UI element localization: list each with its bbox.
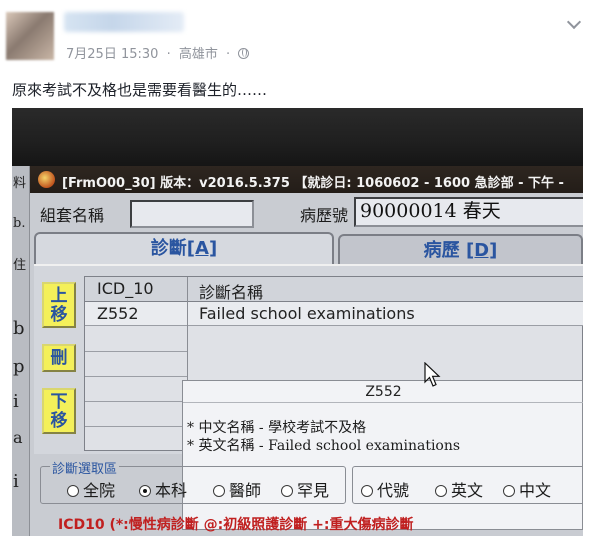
post-meta: 7月25日 15:30 · 高雄市 ·: [66, 43, 253, 62]
radio-scope-physician[interactable]: 醫師: [213, 477, 261, 501]
chart-no-label: 病歷號: [300, 206, 349, 225]
strip-char: i: [13, 391, 19, 412]
row-divider: [85, 351, 187, 352]
strip-char: b: [13, 318, 25, 339]
radio-search-english[interactable]: 英文: [435, 477, 483, 501]
tab-history-label: 病歷: [423, 240, 460, 261]
radio-label: 代號: [377, 481, 410, 500]
radio-dot: [67, 485, 79, 497]
radio-dot: [503, 485, 515, 497]
post-photo[interactable]: 料 b. 住 b p i a i [FrmO00_30] 版本：v2016.5.…: [12, 108, 583, 536]
window-title: [FrmO00_30] 版本：v2016.5.375 【就診日: 1060602…: [62, 176, 564, 191]
background-window-strip: 料 b. 住 b p i a i: [12, 166, 30, 536]
app-icon: [38, 171, 55, 188]
column-header-diagnosis-name[interactable]: 診斷名稱: [199, 279, 263, 303]
post-caption: 原來考試不及格也是需要看醫生的……: [12, 81, 268, 99]
row-divider: [85, 376, 187, 377]
avatar[interactable]: [6, 12, 54, 60]
grid-header: ICD_10 診斷名稱: [85, 277, 583, 302]
radio-dot-selected: [139, 485, 151, 497]
strip-char: i: [13, 471, 19, 492]
globe-icon[interactable]: [238, 48, 250, 59]
cell-icd-code[interactable]: Z552: [97, 304, 139, 323]
move-down-label-2: 移: [50, 411, 68, 431]
radio-scope-department[interactable]: 本科: [139, 477, 187, 501]
search-mode-group-box: 代號 英文 中文: [352, 466, 583, 504]
mouse-cursor-icon: [424, 362, 441, 387]
delete-label: 刪: [50, 348, 68, 368]
post-header: 7月25日 15:30 · 高雄市 ·: [0, 0, 600, 70]
strip-char: b.: [13, 216, 26, 231]
radio-label: 中文: [519, 481, 552, 500]
radio-scope-all[interactable]: 全院: [67, 477, 115, 501]
monitor-bezel: [12, 108, 583, 166]
move-up-label-1: 上: [50, 286, 68, 306]
post-location[interactable]: 高雄市: [179, 47, 218, 62]
tooltip-english-name: * 英文名稱 - Failed school examinations: [187, 438, 461, 454]
radio-search-code[interactable]: 代號: [361, 477, 409, 501]
radio-dot: [281, 485, 293, 497]
radio-label: 本科: [155, 481, 188, 500]
tab-history-hotkey: [D]: [465, 240, 498, 261]
radio-search-chinese[interactable]: 中文: [503, 477, 551, 501]
strip-char: 料: [13, 176, 27, 191]
scope-group-label: 診斷選取區: [50, 458, 120, 477]
move-up-label-2: 移: [50, 305, 68, 325]
radio-dot: [213, 485, 225, 497]
patient-info-row: 組套名稱 病歷號 90000014 春天: [30, 193, 583, 231]
tooltip-chinese-name: * 中文名稱 - 學校考試不及格: [187, 420, 367, 436]
tooltip-code: Z552: [183, 381, 583, 403]
author-name-blurred[interactable]: [64, 12, 184, 32]
column-header-icd10[interactable]: ICD_10: [97, 279, 154, 298]
tab-diagnosis-label: 診斷: [150, 238, 187, 259]
monitor-screen: 料 b. 住 b p i a i [FrmO00_30] 版本：v2016.5.…: [12, 166, 583, 536]
radio-label: 醫師: [229, 481, 262, 500]
tab-diagnosis-hotkey: [A]: [186, 238, 218, 259]
meta-separator: ·: [166, 47, 171, 62]
row-divider: [85, 426, 187, 427]
strip-char: a: [13, 428, 23, 447]
group-set-field[interactable]: [130, 200, 254, 228]
radio-dot: [435, 485, 447, 497]
cell-diagnosis-name[interactable]: Failed school examinations: [199, 304, 415, 323]
post-date[interactable]: 7月25日 15:30: [66, 47, 158, 62]
meta-separator: ·: [226, 47, 231, 62]
move-up-button[interactable]: 上 移: [42, 282, 76, 328]
chevron-down-icon[interactable]: [563, 14, 585, 32]
radio-dot: [361, 485, 373, 497]
window-titlebar[interactable]: [FrmO00_30] 版本：v2016.5.375 【就診日: 1060602…: [30, 166, 583, 193]
row-divider: [85, 401, 187, 402]
diagnosis-tooltip: Z552 * 中文名稱 - 學校考試不及格 * 英文名稱 - Failed sc…: [182, 380, 583, 530]
tab-history[interactable]: 病歷 [D]: [338, 234, 583, 268]
radio-scope-rare[interactable]: 罕見: [281, 477, 329, 501]
strip-char: 住: [13, 258, 27, 273]
radio-label: 罕見: [297, 481, 330, 500]
move-down-button[interactable]: 下 移: [42, 388, 76, 434]
radio-label: 英文: [451, 481, 484, 500]
table-row[interactable]: Z552 Failed school examinations: [85, 302, 583, 326]
delete-button[interactable]: 刪: [42, 344, 76, 372]
tab-diagnosis[interactable]: 診斷[A]: [34, 232, 334, 266]
chart-no-field[interactable]: 90000014 春天: [354, 197, 583, 227]
strip-char: p: [13, 356, 25, 377]
move-down-label-1: 下: [50, 392, 68, 412]
group-set-label: 組套名稱: [40, 206, 105, 225]
diagnosis-legend: ICD10 (*:慢性病診斷 @:初級照護診斷 +:重大傷病診斷: [58, 517, 414, 533]
radio-label: 全院: [83, 481, 116, 500]
